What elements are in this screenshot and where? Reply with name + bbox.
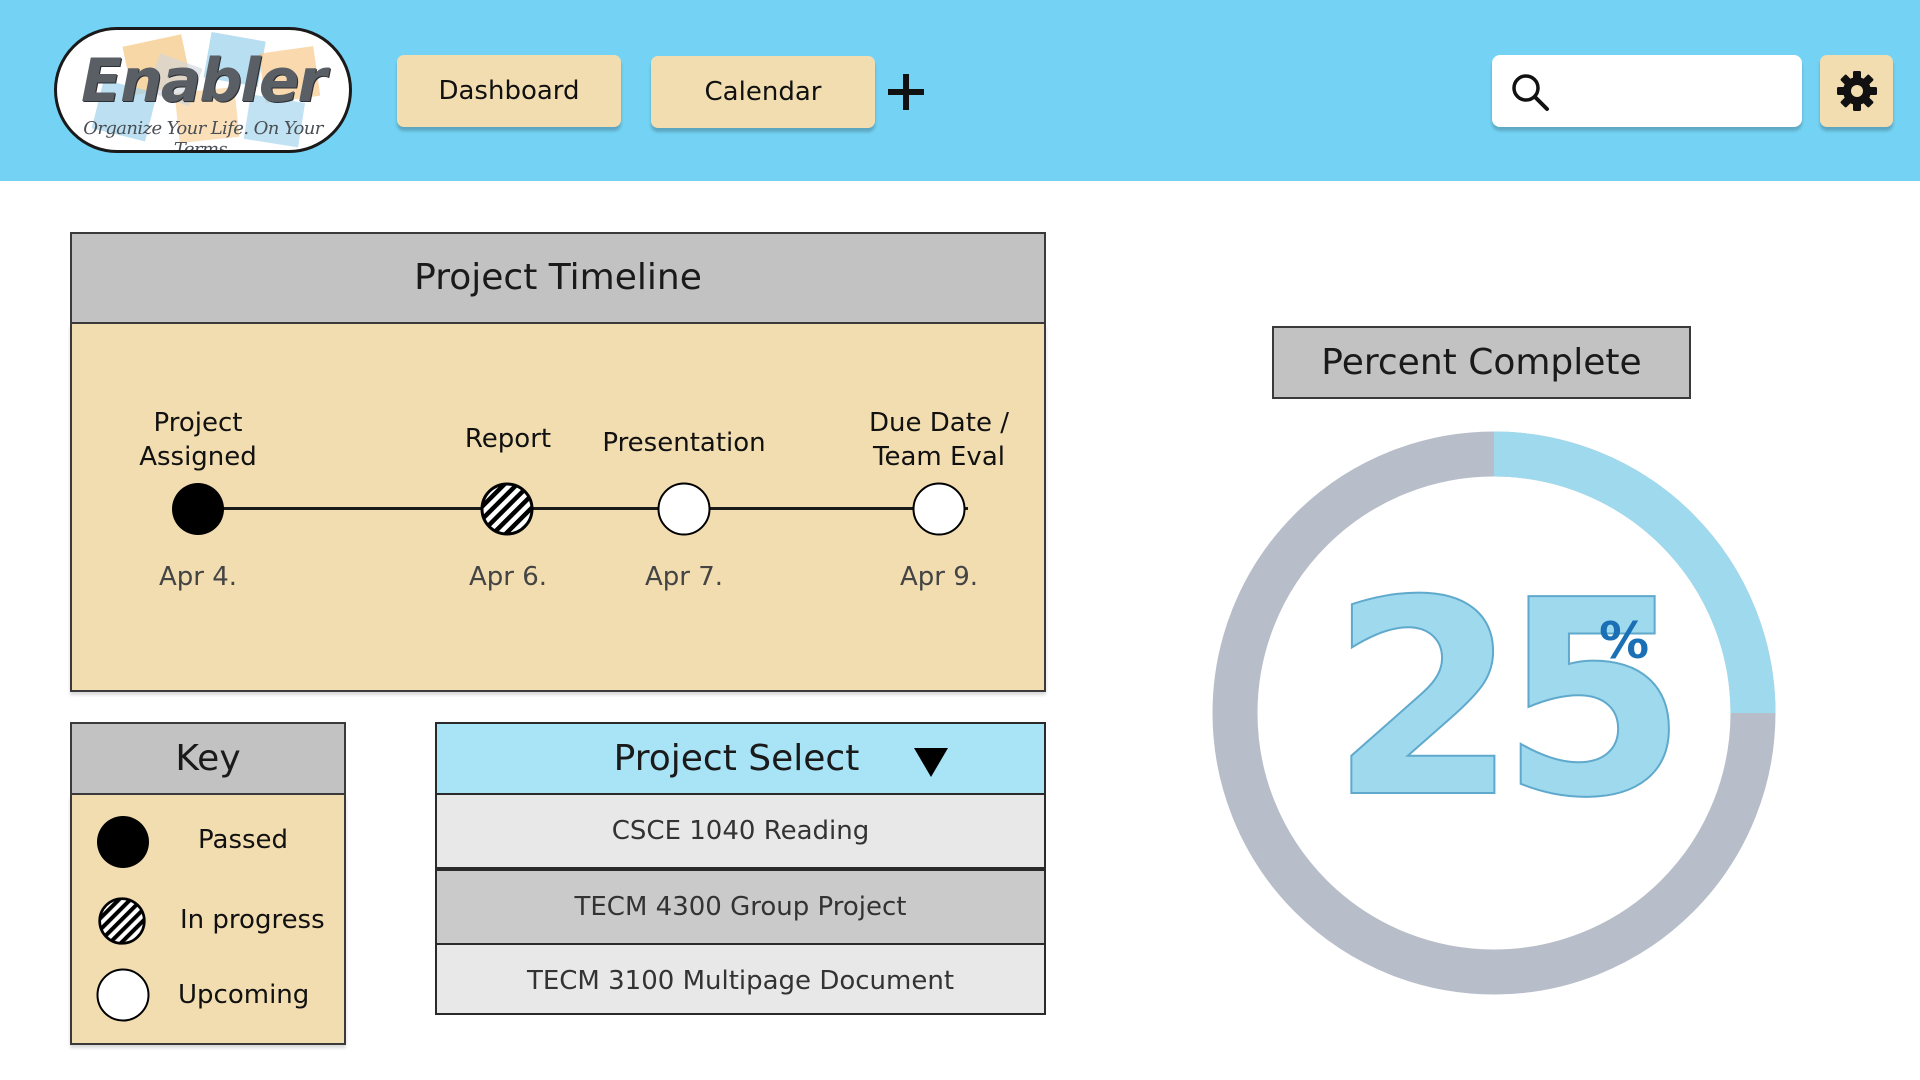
project-option[interactable]: TECM 3100 Multipage Document <box>435 943 1046 1015</box>
key-passed-icon <box>97 816 149 868</box>
key-passed-label: Passed <box>198 825 289 855</box>
milestone-date: Apr 9. <box>899 562 979 592</box>
key-upcoming-label: Upcoming <box>178 980 310 1010</box>
percent-sign: % <box>1599 612 1650 670</box>
project-select-dropdown[interactable]: Project Select <box>435 722 1046 795</box>
project-option[interactable]: CSCE 1040 Reading <box>435 795 1046 869</box>
key-title: Key <box>70 722 346 795</box>
search-box[interactable] <box>1492 55 1802 127</box>
milestone-label: Presentation <box>602 428 766 458</box>
timeline-title: Project Timeline <box>70 232 1046 324</box>
key-upcoming-icon <box>96 968 150 1022</box>
key-in-progress-label: In progress <box>180 905 325 935</box>
dashboard-button[interactable]: Dashboard <box>397 55 621 127</box>
key-in-progress-icon <box>98 897 146 945</box>
project-select-title: Project Select <box>613 738 860 779</box>
logo-tagline: Organize Your Life. On Your Terms. <box>83 118 323 153</box>
add-icon[interactable] <box>886 70 926 114</box>
percent-value: 25 <box>1329 542 1689 857</box>
milestone-upcoming-dot[interactable] <box>911 481 967 537</box>
logo-wordmark: Enabler <box>81 46 327 116</box>
caret-down-icon <box>914 748 948 777</box>
milestone-label: Project Assigned <box>139 408 257 472</box>
milestone-upcoming-dot[interactable] <box>656 481 712 537</box>
milestone-label: Due Date / Team Eval <box>869 408 1009 472</box>
milestone-date: Apr 6. <box>468 562 548 592</box>
project-option[interactable]: TECM 4300 Group Project <box>435 869 1046 945</box>
search-icon <box>1512 74 1549 111</box>
calendar-button[interactable]: Calendar <box>651 56 875 128</box>
gear-icon <box>1837 71 1877 111</box>
milestone-passed-dot[interactable] <box>170 481 226 537</box>
search-input[interactable] <box>1554 69 1794 115</box>
milestone-date: Apr 7. <box>644 562 724 592</box>
milestone-date: Apr 4. <box>158 562 238 592</box>
app-logo[interactable]: Enabler Organize Your Life. On Your Term… <box>54 27 352 153</box>
milestone-in-progress-dot[interactable] <box>479 481 535 537</box>
timeline-connector <box>198 507 968 510</box>
percent-complete-title: Percent Complete <box>1272 326 1691 399</box>
settings-button[interactable] <box>1820 55 1893 127</box>
